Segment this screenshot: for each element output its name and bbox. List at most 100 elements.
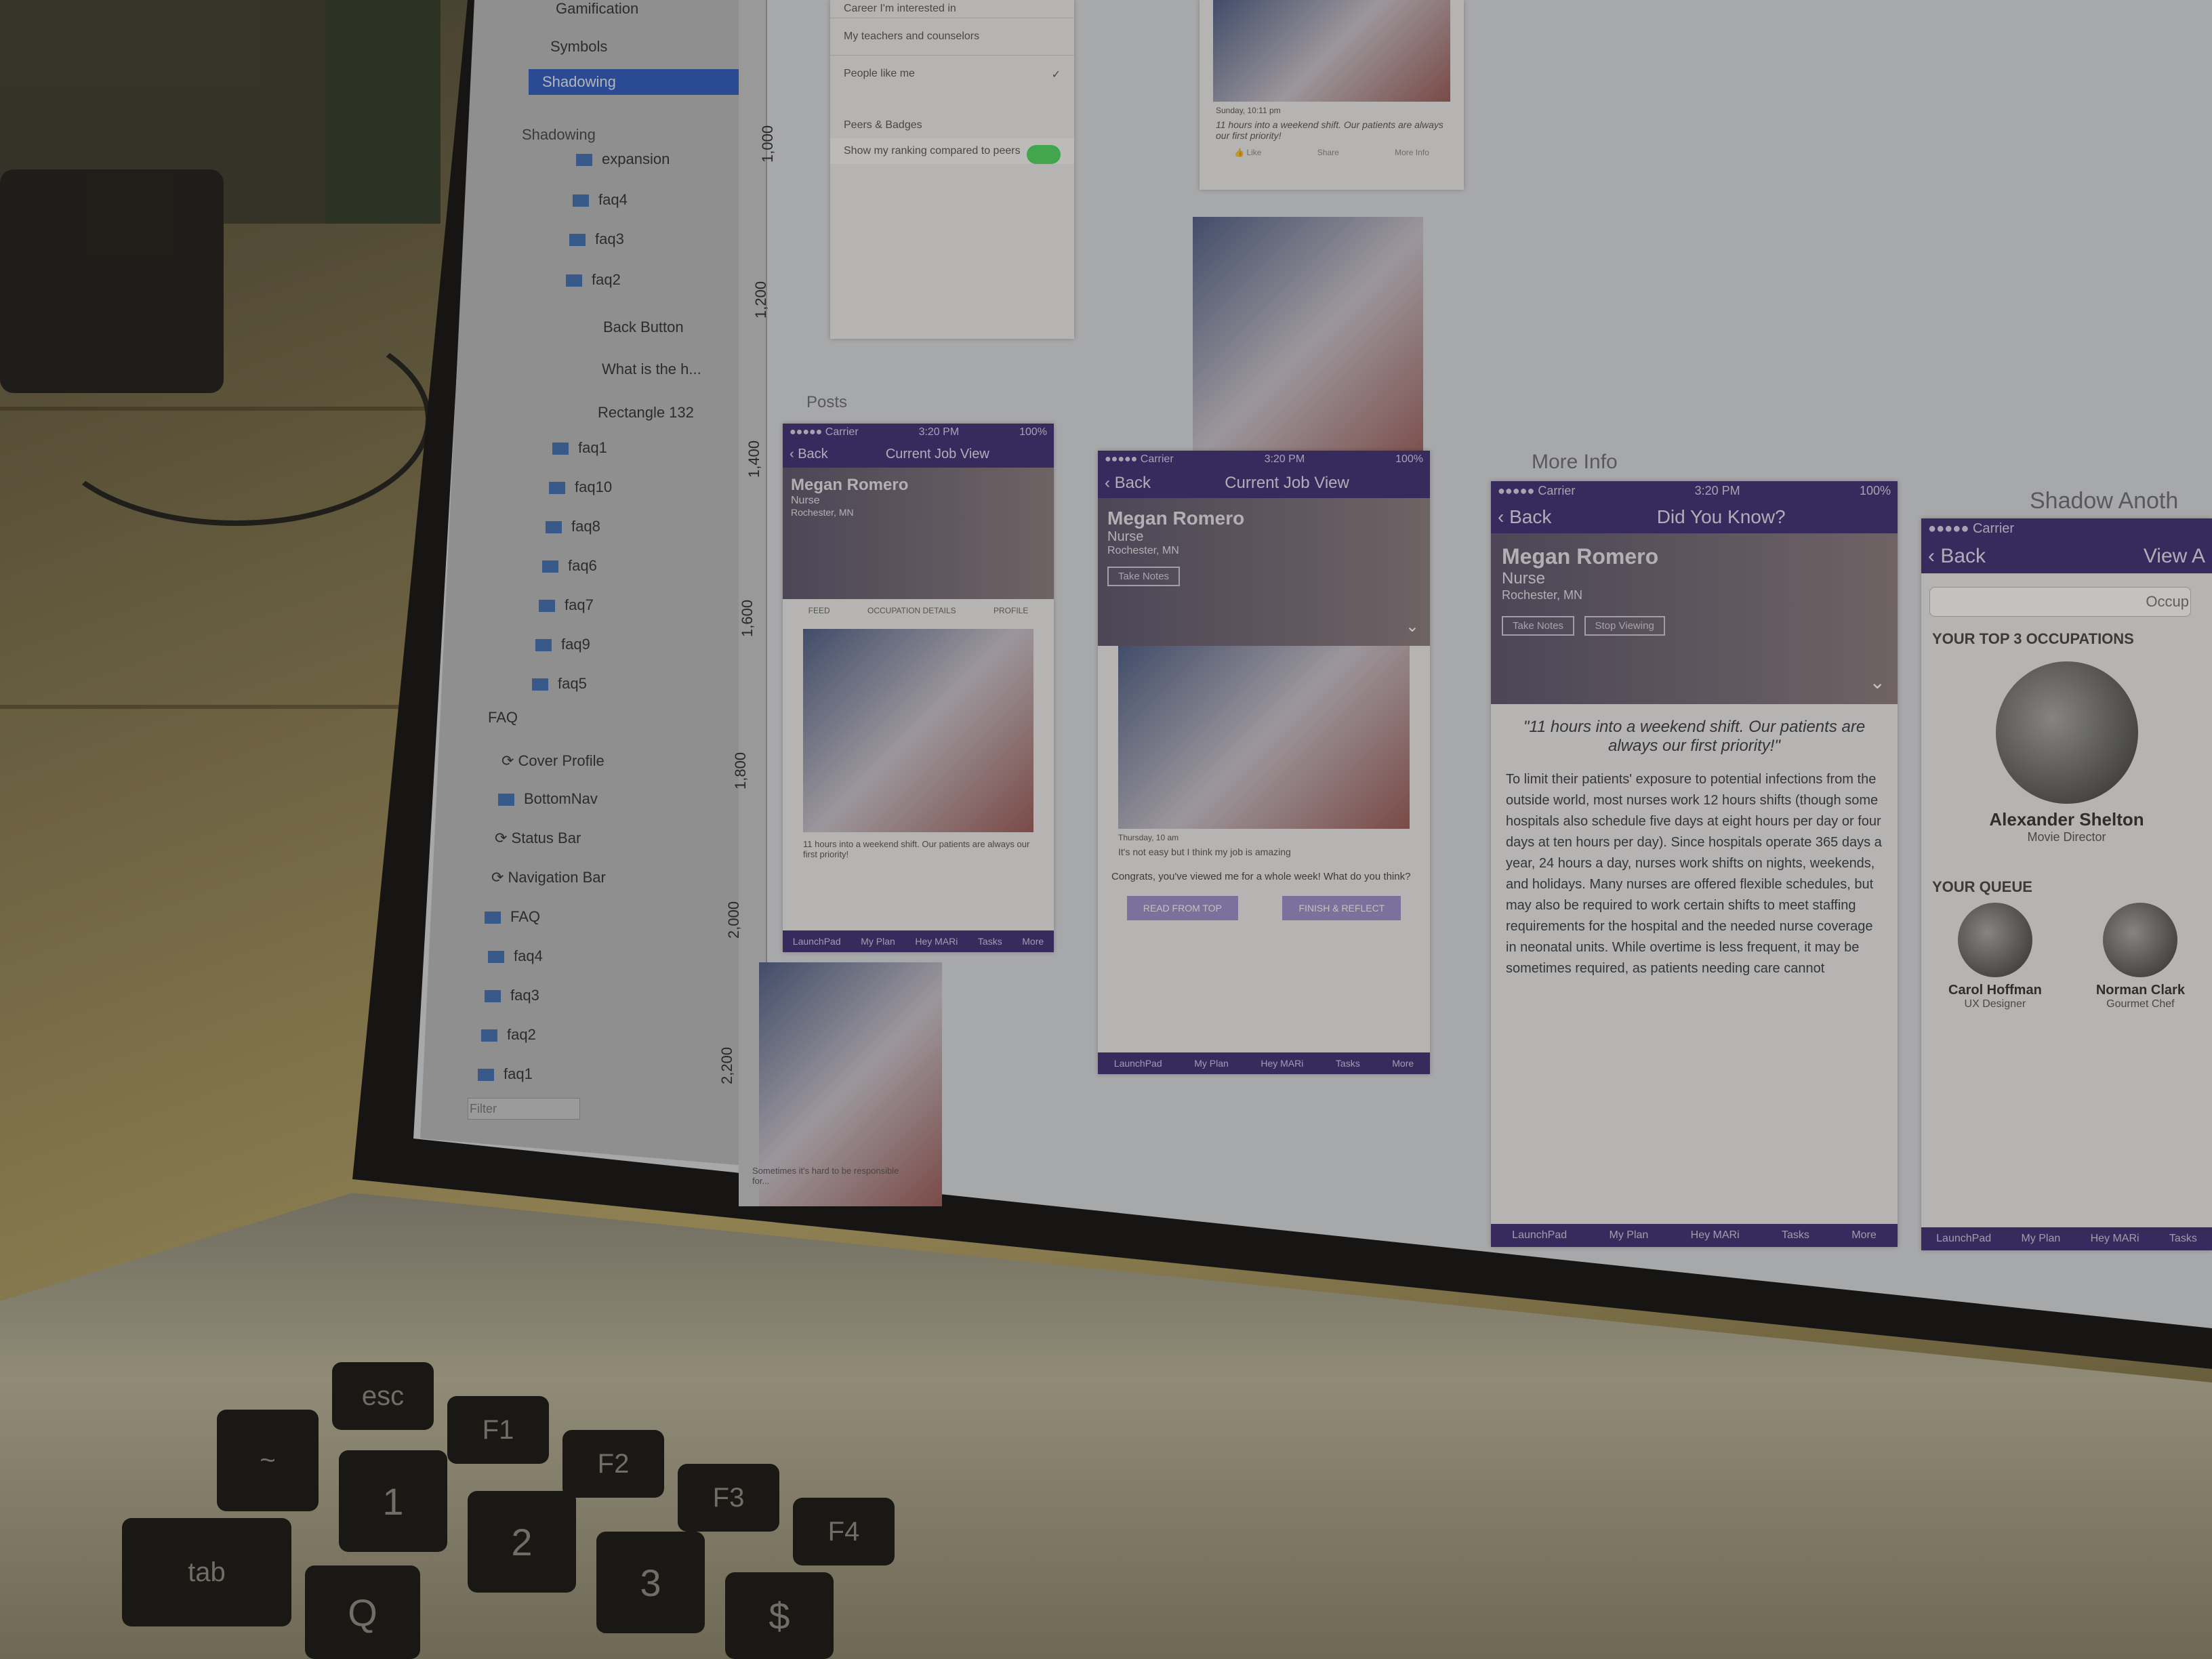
settings-row[interactable]: Career I'm interested in xyxy=(830,0,1074,18)
nav-title: Current Job View xyxy=(1225,474,1349,492)
layer-item[interactable]: expansion xyxy=(576,150,670,168)
tab-launchpad[interactable]: LaunchPad xyxy=(793,936,841,947)
tab-tasks[interactable]: Tasks xyxy=(1782,1229,1809,1242)
page-item-symbols[interactable]: Symbols xyxy=(550,38,607,56)
tab-profile[interactable]: PROFILE xyxy=(994,606,1028,615)
key-f4[interactable]: F4 xyxy=(793,1498,895,1565)
tab-more[interactable]: More xyxy=(1392,1058,1414,1069)
back-button[interactable]: ‹ Back xyxy=(1105,474,1151,493)
settings-row[interactable]: People like me ✓ xyxy=(830,55,1074,92)
back-button[interactable]: ‹ Back xyxy=(1928,545,1986,568)
more-info-button[interactable]: More Info xyxy=(1395,148,1429,157)
key-1[interactable]: 1 xyxy=(339,1450,447,1552)
take-notes-button[interactable]: Take Notes xyxy=(1502,616,1575,636)
key-f3[interactable]: F3 xyxy=(678,1464,779,1532)
tab-tasks[interactable]: Tasks xyxy=(2169,1233,2197,1245)
layer-item[interactable]: Rectangle 132 xyxy=(598,404,694,422)
nav-title: View A xyxy=(2143,545,2205,567)
toggle-switch[interactable] xyxy=(1027,145,1061,164)
layer-item[interactable]: ⟳ Cover Profile xyxy=(501,752,605,770)
stop-viewing-button[interactable]: Stop Viewing xyxy=(1584,616,1665,636)
layer-item[interactable]: Back Button xyxy=(603,319,684,336)
tab-launchpad[interactable]: LaunchPad xyxy=(1936,1233,1991,1245)
share-button[interactable]: Share xyxy=(1317,148,1339,157)
cable xyxy=(41,312,431,526)
occupation-search-input[interactable] xyxy=(1929,587,2191,617)
folder-icon xyxy=(542,560,558,573)
tab-feed[interactable]: FEED xyxy=(808,606,830,615)
layer-item[interactable]: faq1 xyxy=(478,1065,533,1083)
queue-header: YOUR QUEUE xyxy=(1932,878,2032,895)
chevron-down-icon[interactable]: ⌄ xyxy=(1406,617,1419,636)
tab-tasks[interactable]: Tasks xyxy=(978,936,1002,947)
key-esc[interactable]: esc xyxy=(332,1362,434,1430)
layer-filter-input[interactable] xyxy=(468,1098,580,1120)
tab-my-plan[interactable]: My Plan xyxy=(1610,1229,1649,1242)
queue-item[interactable]: Carol Hoffman UX Designer xyxy=(1948,903,2042,1010)
article-body: To limit their patients' exposure to pot… xyxy=(1506,772,1882,976)
ruler-tick: 1,000 xyxy=(759,125,776,163)
layer-item[interactable]: faq2 xyxy=(566,271,621,289)
take-notes-button[interactable]: Take Notes xyxy=(1107,567,1181,586)
tab-my-plan[interactable]: My Plan xyxy=(1194,1058,1229,1069)
layer-item[interactable]: faq3 xyxy=(485,987,539,1004)
key-tab[interactable]: tab xyxy=(122,1518,291,1626)
queue-item[interactable]: Norman Clark Gourmet Chef xyxy=(2096,903,2185,1010)
tab-tasks[interactable]: Tasks xyxy=(1336,1058,1360,1069)
tab-hey-mari[interactable]: Hey MARi xyxy=(2091,1233,2139,1245)
page-item-shadowing[interactable]: Shadowing xyxy=(529,69,752,95)
key-f2[interactable]: F2 xyxy=(562,1430,664,1498)
post-time: Sunday, 10:11 pm xyxy=(1216,106,1281,115)
layer-item[interactable]: faq9 xyxy=(535,636,590,653)
folder-icon xyxy=(478,1069,494,1082)
post-photo xyxy=(1118,646,1410,829)
tab-hey-mari[interactable]: Hey MARi xyxy=(1691,1229,1740,1242)
key-3[interactable]: 3 xyxy=(596,1532,705,1633)
layer-item[interactable]: faq4 xyxy=(488,947,543,965)
settings-row[interactable]: My teachers and counselors xyxy=(830,18,1074,55)
layer-group[interactable]: FAQ xyxy=(488,709,518,726)
tab-more[interactable]: More xyxy=(1022,936,1044,947)
tab-my-plan[interactable]: My Plan xyxy=(2021,1233,2060,1245)
tab-occupation-details[interactable]: OCCUPATION DETAILS xyxy=(867,606,956,615)
read-from-top-button[interactable]: READ FROM TOP xyxy=(1126,896,1238,920)
tab-hey-mari[interactable]: Hey MARi xyxy=(1261,1058,1303,1069)
layer-item[interactable]: faq4 xyxy=(573,191,628,209)
key-4[interactable]: $ xyxy=(725,1572,834,1659)
layer-item[interactable]: What is the h... xyxy=(602,361,701,378)
tab-launchpad[interactable]: LaunchPad xyxy=(1114,1058,1162,1069)
finish-reflect-button[interactable]: FINISH & REFLECT xyxy=(1282,896,1401,920)
person-role: UX Designer xyxy=(1964,998,2026,1010)
like-button[interactable]: 👍 Like xyxy=(1234,148,1261,157)
back-button[interactable]: ‹ Back xyxy=(1498,506,1551,528)
layer-item[interactable]: faq7 xyxy=(539,596,594,614)
key-tilde[interactable]: ~ xyxy=(217,1410,319,1511)
post-caption: 11 hours into a weekend shift. Our patie… xyxy=(1216,119,1443,141)
back-button[interactable]: ‹ Back xyxy=(790,447,828,462)
layer-item[interactable]: BottomNav xyxy=(498,790,598,808)
tab-launchpad[interactable]: LaunchPad xyxy=(1512,1229,1567,1242)
key-2[interactable]: 2 xyxy=(468,1491,576,1593)
layer-item[interactable]: faq6 xyxy=(542,557,597,575)
layer-item[interactable]: faq3 xyxy=(569,230,624,248)
layer-item[interactable]: ⟳ Navigation Bar xyxy=(491,869,606,886)
tab-hey-mari[interactable]: Hey MARi xyxy=(915,936,958,947)
key-q[interactable]: Q xyxy=(305,1565,420,1659)
avatar[interactable] xyxy=(1995,661,2138,804)
page-item-gamification[interactable]: Gamification xyxy=(556,0,638,18)
tab-my-plan[interactable]: My Plan xyxy=(861,936,895,947)
folder-icon xyxy=(485,990,501,1003)
did-you-know-artboard: ●●●●● Carrier 3:20 PM 100% ‹ Back Did You K… xyxy=(1491,481,1898,1247)
layer-item[interactable]: faq5 xyxy=(532,675,587,693)
layer-item[interactable]: faq8 xyxy=(546,518,600,535)
layer-item[interactable]: faq1 xyxy=(552,439,607,457)
profile-name: Megan Romero xyxy=(791,476,909,494)
layer-item[interactable]: faq10 xyxy=(549,478,612,496)
key-f1[interactable]: F1 xyxy=(447,1396,549,1464)
chevron-down-icon[interactable]: ⌄ xyxy=(1870,671,1885,693)
folder-icon xyxy=(569,234,586,247)
layer-item[interactable]: faq2 xyxy=(481,1026,536,1044)
layer-item[interactable]: ⟳ Status Bar xyxy=(495,830,581,847)
tab-more[interactable]: More xyxy=(1851,1229,1876,1242)
layer-item[interactable]: FAQ xyxy=(485,908,540,926)
